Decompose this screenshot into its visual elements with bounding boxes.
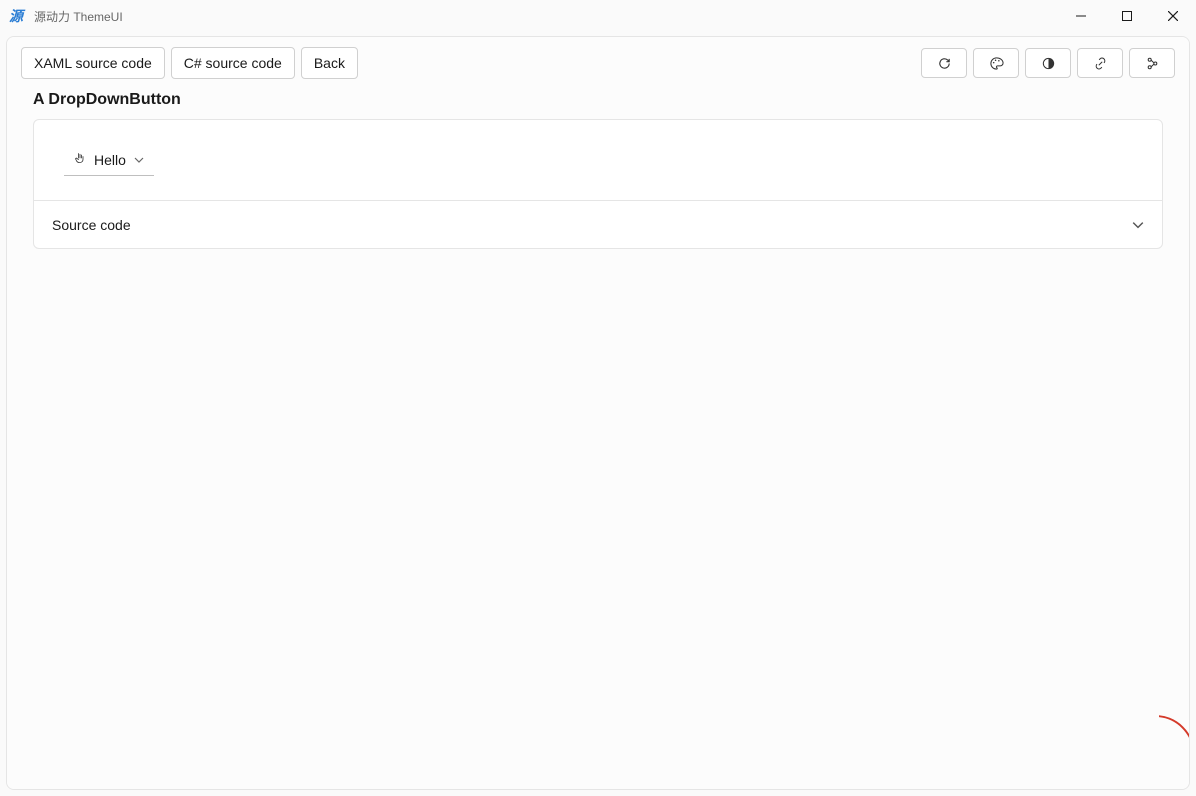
refresh-icon <box>937 56 952 71</box>
app-icon: 源 <box>8 8 24 24</box>
minimize-icon <box>1076 11 1086 21</box>
content-body: XAML source code C# source code Back A D… <box>6 36 1190 790</box>
chevron-down-icon <box>134 155 144 165</box>
settings-button[interactable] <box>1129 48 1175 78</box>
close-icon <box>1168 11 1178 21</box>
link-icon <box>1093 56 1108 71</box>
annotation-circle <box>1115 715 1190 790</box>
source-code-label: Source code <box>52 217 131 233</box>
titlebar: 源 源动力 ThemeUI <box>0 0 1196 32</box>
settings-icon <box>1145 56 1160 71</box>
close-button[interactable] <box>1150 0 1196 32</box>
palette-button[interactable] <box>973 48 1019 78</box>
refresh-button[interactable] <box>921 48 967 78</box>
contrast-icon <box>1041 56 1056 71</box>
back-button[interactable]: Back <box>301 47 358 79</box>
window-controls <box>1058 0 1196 32</box>
app-window: 源 源动力 ThemeUI XAML source code C# source… <box>0 0 1196 796</box>
page-title: A DropDownButton <box>7 89 1189 119</box>
maximize-icon <box>1122 11 1132 21</box>
palette-icon <box>989 56 1004 71</box>
source-code-expander[interactable]: Source code <box>34 200 1162 248</box>
minimize-button[interactable] <box>1058 0 1104 32</box>
hand-icon <box>74 152 86 167</box>
demo-card: Hello Source code <box>33 119 1163 249</box>
csharp-source-button[interactable]: C# source code <box>171 47 295 79</box>
xaml-source-button[interactable]: XAML source code <box>21 47 165 79</box>
window-title: 源动力 ThemeUI <box>34 8 123 25</box>
theme-toggle-button[interactable] <box>1025 48 1071 78</box>
dropdown-button[interactable]: Hello <box>64 144 154 176</box>
dropdown-label: Hello <box>94 152 126 168</box>
toolbar: XAML source code C# source code Back <box>7 47 1189 89</box>
demo-area: Hello <box>34 120 1162 200</box>
link-button[interactable] <box>1077 48 1123 78</box>
maximize-button[interactable] <box>1104 0 1150 32</box>
chevron-down-icon <box>1132 219 1144 231</box>
